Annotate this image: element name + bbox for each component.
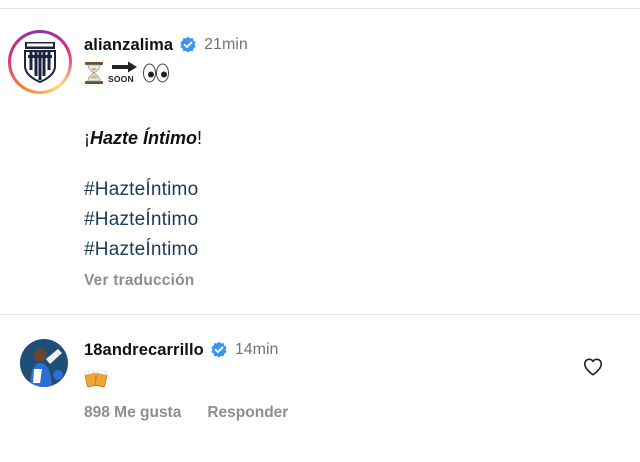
post-username[interactable]: alianzalima bbox=[84, 36, 173, 55]
reply-button[interactable]: Responder bbox=[207, 404, 288, 422]
hashtag-link[interactable]: #HazteÍntimo bbox=[84, 205, 198, 235]
arrow-right-icon bbox=[112, 61, 137, 73]
hashtag-link[interactable]: #HazteÍntimo bbox=[84, 235, 198, 265]
player-photo-avatar bbox=[20, 339, 68, 387]
top-divider bbox=[0, 8, 640, 9]
caption-tagline: ¡Hazte Íntimo! bbox=[84, 128, 202, 148]
comment-likes-count[interactable]: 898 Me gusta bbox=[84, 404, 181, 422]
alianza-crest-icon bbox=[24, 42, 56, 84]
post-caption: ¡Hazte Íntimo! bbox=[84, 123, 202, 153]
club-crest-logo bbox=[11, 33, 69, 91]
comment-timestamp: 14min bbox=[234, 341, 279, 358]
comment-username[interactable]: 18andrecarrillo bbox=[84, 341, 204, 360]
commenter-avatar[interactable] bbox=[20, 339, 68, 387]
see-translation-link[interactable]: Ver traducción bbox=[84, 272, 194, 290]
comment-actions: 898 Me gusta Responder bbox=[84, 403, 288, 423]
comments-panel: alianzalima 21min SOON ¡Hazte Íntimo! #H… bbox=[0, 0, 640, 462]
post-timestamp: 21min bbox=[204, 36, 248, 53]
tagline-bold: Hazte Íntimo bbox=[90, 128, 198, 148]
post-header: alianzalima 21min bbox=[84, 34, 248, 56]
eyes-icon bbox=[143, 63, 169, 83]
beer-mugs-icon bbox=[84, 370, 108, 388]
post-author-avatar[interactable] bbox=[8, 30, 72, 94]
post-emoji-row: SOON bbox=[84, 60, 174, 86]
comment-header: 18andrecarrillo 14min bbox=[84, 339, 278, 361]
tagline-suffix: ! bbox=[197, 128, 203, 148]
verified-badge-icon bbox=[211, 341, 227, 358]
hourglass-icon bbox=[85, 62, 103, 84]
hashtag-link[interactable]: #HazteÍntimo bbox=[84, 175, 198, 205]
soon-label: SOON bbox=[108, 74, 134, 84]
hashtag-list: #HazteÍntimo #HazteÍntimo #HazteÍntimo bbox=[84, 175, 198, 265]
comment-text bbox=[84, 367, 108, 389]
soon-arrow-icon: SOON bbox=[108, 60, 138, 86]
heart-icon[interactable] bbox=[582, 356, 604, 378]
verified-badge-icon bbox=[180, 36, 196, 53]
post-comment-divider bbox=[0, 314, 640, 315]
